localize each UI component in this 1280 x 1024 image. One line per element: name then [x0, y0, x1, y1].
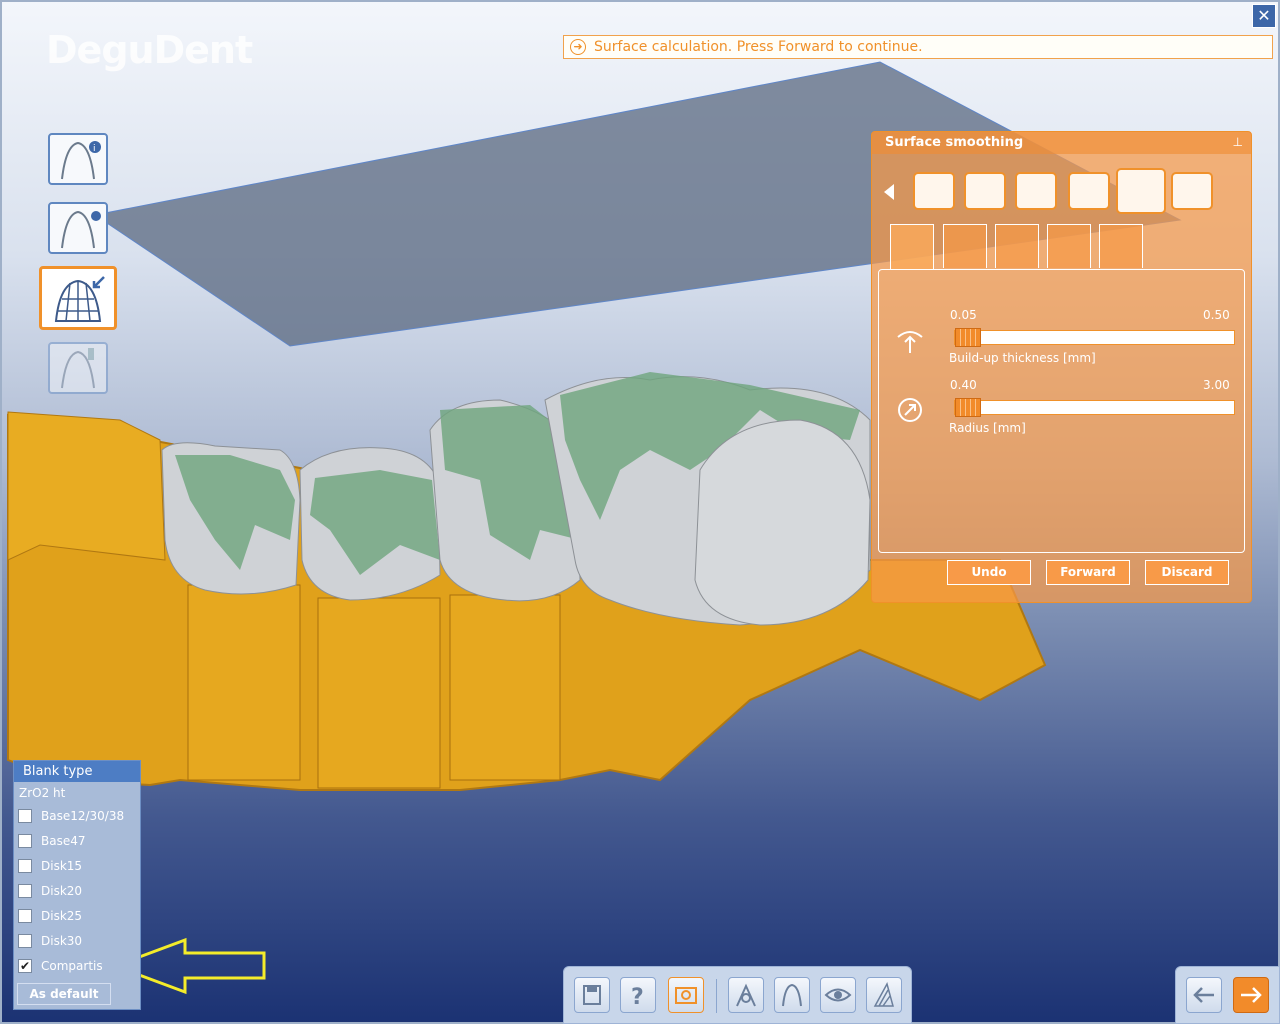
tooth-laser-icon — [61, 210, 101, 249]
tab-curve[interactable] — [1099, 224, 1143, 268]
jaw-button[interactable] — [728, 977, 764, 1013]
tooth-info-icon: i — [61, 141, 101, 180]
back-button[interactable] — [1186, 977, 1222, 1013]
slider-thumb[interactable] — [955, 328, 981, 347]
texture-button[interactable] — [866, 977, 902, 1013]
tab-brush[interactable] — [943, 224, 987, 268]
undo-button[interactable]: Undo — [947, 560, 1031, 585]
pin-icon[interactable]: ⊥ — [1233, 135, 1243, 149]
tab-press[interactable] — [1047, 224, 1091, 268]
close-button[interactable]: ✕ — [1252, 4, 1276, 28]
blank-item-label: Disk30 — [41, 934, 83, 948]
die-3 — [449, 594, 561, 781]
die-1 — [187, 584, 301, 781]
blank-checkbox[interactable] — [18, 809, 32, 823]
tool-tooth-smooth-button[interactable] — [913, 172, 955, 210]
radius-slider[interactable] — [954, 398, 1235, 417]
next-button[interactable] — [1233, 977, 1269, 1013]
buildup-thickness-slider[interactable] — [954, 328, 1235, 347]
slider2-min: 0.40 — [950, 378, 977, 392]
blank-type-title: Blank type — [14, 761, 140, 782]
forward-arrow-icon: ➜ — [570, 39, 586, 55]
blank-item-label: Disk20 — [41, 884, 83, 898]
tooth-view-button[interactable] — [774, 977, 810, 1013]
forward-button[interactable]: Forward — [1046, 560, 1130, 585]
blank-item-label: Base47 — [41, 834, 86, 848]
step-milling-button — [48, 342, 108, 394]
surface-smoothing-panel: Surface smoothing ⊥ 0.05 0.50 Build-up t… — [871, 131, 1252, 603]
eye-icon — [824, 988, 852, 1002]
blank-item[interactable]: Disk30 — [14, 929, 140, 954]
save-button[interactable] — [574, 977, 610, 1013]
blank-checkbox[interactable]: ✔ — [18, 959, 32, 973]
svg-text:?: ? — [631, 985, 644, 1010]
slider1-min: 0.05 — [950, 308, 977, 322]
blank-item-label: Disk15 — [41, 859, 83, 873]
blank-item[interactable]: Base47 — [14, 829, 140, 854]
back-arrow-icon — [1193, 987, 1214, 1003]
material-label: ZrO2 ht — [19, 786, 66, 800]
slider2-label: Radius [mm] — [949, 421, 1026, 435]
mesh-tooth-icon — [54, 276, 105, 322]
help-button[interactable]: ? — [620, 977, 656, 1013]
model-left-block — [7, 411, 166, 561]
blank-type-panel: Blank type ZrO2 ht Base12/30/38 Base47 Dis… — [13, 760, 141, 1010]
tool-tooth-add-button[interactable] — [1015, 172, 1057, 210]
tool-tooth-remove-button[interactable] — [1068, 172, 1110, 210]
visibility-button[interactable] — [820, 977, 856, 1013]
blank-checkbox[interactable] — [18, 909, 32, 923]
radius-icon — [898, 398, 922, 422]
status-message: Surface calculation. Press Forward to co… — [594, 39, 923, 55]
step-mesh-design-button[interactable] — [39, 266, 117, 330]
save-icon — [583, 985, 601, 1005]
help-icon: ? — [631, 985, 644, 1010]
tooth-view-icon — [782, 983, 802, 1007]
jaw-icon — [736, 983, 756, 1007]
buildup-thickness-icon — [897, 331, 923, 353]
app-logo: DeguDent — [46, 28, 253, 72]
screenshot-button[interactable] — [668, 977, 704, 1013]
tool-connector-button[interactable] — [1171, 172, 1213, 210]
blank-item-label: Compartis — [41, 959, 103, 973]
tab-knife[interactable] — [995, 224, 1039, 268]
forward-arrow-icon — [1241, 987, 1262, 1003]
blank-item[interactable]: Disk15 — [14, 854, 140, 879]
die-2 — [317, 597, 441, 789]
blank-checkbox[interactable] — [18, 834, 32, 848]
panel-title: Surface smoothing — [872, 132, 1251, 154]
svg-text:i: i — [93, 144, 96, 154]
slider-thumb[interactable] — [955, 398, 981, 417]
tooth-tool-icon — [61, 348, 95, 389]
blank-checkbox[interactable] — [18, 859, 32, 873]
texture-icon — [873, 982, 894, 1007]
blank-item[interactable]: Disk25 — [14, 904, 140, 929]
blank-item[interactable]: Disk20 — [14, 879, 140, 904]
as-default-button[interactable]: As default — [17, 983, 111, 1005]
slider2-max: 3.00 — [1203, 378, 1230, 392]
tab-buildup[interactable] — [890, 224, 934, 270]
slider1-label: Build-up thickness [mm] — [949, 351, 1096, 365]
collapse-left-icon[interactable] — [882, 182, 898, 202]
slider1-max: 0.50 — [1203, 308, 1230, 322]
blank-item[interactable]: Base12/30/38 — [14, 804, 140, 829]
toolbar-divider — [716, 979, 717, 1013]
tool-bridge-button[interactable] — [964, 172, 1006, 210]
blank-checkbox[interactable] — [18, 934, 32, 948]
blank-checkbox[interactable] — [18, 884, 32, 898]
tool-surface-smooth-button[interactable] — [1116, 168, 1166, 214]
smoothing-settings: 0.05 0.50 Build-up thickness [mm] 0.40 3… — [878, 269, 1245, 553]
step-scan-button[interactable] — [48, 202, 108, 254]
discard-button[interactable]: Discard — [1145, 560, 1229, 585]
blank-item[interactable]: ✔ Compartis — [14, 954, 140, 979]
crown-5 — [694, 419, 871, 626]
step-preparation-button[interactable]: i — [48, 133, 108, 185]
camera-icon — [675, 987, 697, 1004]
blank-item-label: Base12/30/38 — [41, 809, 125, 823]
bottom-toolbar: ? — [563, 966, 912, 1024]
navigation-bar — [1175, 966, 1280, 1024]
status-bar: ➜ Surface calculation. Press Forward to … — [563, 35, 1273, 59]
blank-item-label: Disk25 — [41, 909, 83, 923]
blank-list: Base12/30/38 Base47 Disk15 Disk20 Disk25 Disk… — [14, 804, 140, 979]
